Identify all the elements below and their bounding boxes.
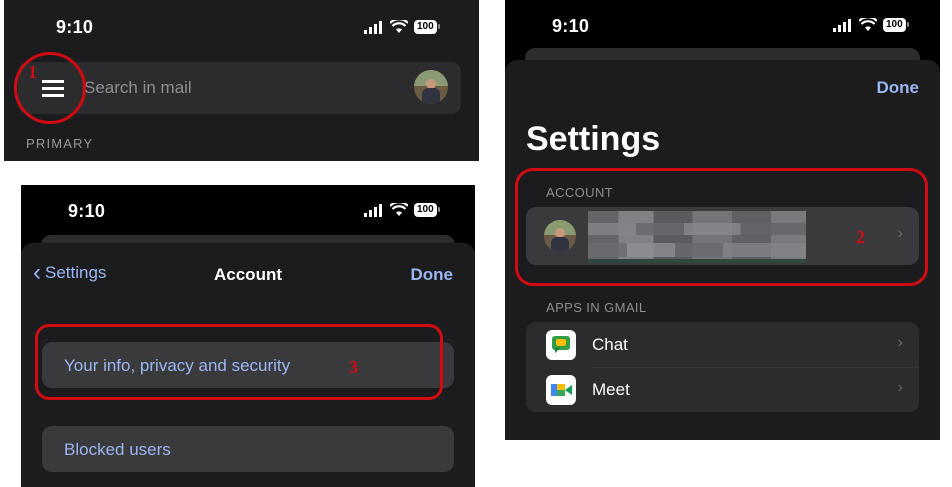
section-header-apps: APPS IN GMAIL — [546, 300, 647, 315]
avatar[interactable] — [414, 70, 448, 104]
annotation-step-3: 3 — [349, 357, 358, 377]
section-label-primary: PRIMARY — [26, 136, 94, 151]
signal-icon — [364, 20, 382, 34]
apps-group: Chat › Meet › — [526, 322, 919, 412]
battery-icon: 100 — [883, 18, 909, 32]
annotation-circle-menu — [14, 52, 86, 124]
list-item-label: Blocked users — [64, 440, 171, 459]
status-icons: 100 — [364, 20, 440, 34]
panel-gmail-settings: 9:10 100 Done Settings ACCOUNT › APPS IN… — [505, 0, 940, 440]
signal-icon — [364, 203, 382, 217]
page-title: Settings — [526, 120, 661, 158]
signal-icon — [833, 18, 851, 32]
panel-gmail-inbox: 9:10 100 Search in mail PRIMARY 1 — [4, 0, 479, 161]
done-button[interactable]: Done — [411, 265, 454, 285]
annotation-box-info-privacy — [35, 324, 443, 400]
search-input[interactable]: Search in mail — [84, 78, 192, 98]
annotation-step-1: 1 — [28, 62, 37, 82]
app-label: Meet — [592, 380, 630, 399]
annotation-step-2: 2 — [856, 227, 865, 247]
wifi-icon — [859, 18, 877, 31]
chevron-right-icon: › — [897, 334, 903, 351]
battery-icon: 100 — [414, 203, 440, 217]
status-time: 9:10 — [56, 17, 94, 37]
nav-title: Account — [214, 265, 282, 284]
status-icons: 100 — [833, 18, 909, 32]
app-row-chat[interactable]: Chat › — [526, 322, 919, 367]
wifi-icon — [390, 203, 408, 216]
status-icons: 100 — [364, 203, 440, 217]
battery-icon: 100 — [414, 20, 440, 34]
meet-icon — [546, 375, 576, 405]
chevron-right-icon: › — [897, 379, 903, 396]
chat-icon — [546, 330, 576, 360]
app-label: Chat — [592, 335, 628, 354]
annotation-box-account — [515, 168, 928, 286]
panel-account-settings: 9:10 100 ‹ Settings Account Done Your in… — [21, 185, 475, 487]
status-time: 9:10 — [552, 16, 590, 36]
wifi-icon — [390, 20, 408, 33]
app-row-meet[interactable]: Meet › — [526, 367, 919, 412]
list-item-blocked-users[interactable]: Blocked users — [42, 426, 454, 472]
done-button[interactable]: Done — [877, 78, 920, 98]
status-time: 9:10 — [68, 201, 106, 221]
